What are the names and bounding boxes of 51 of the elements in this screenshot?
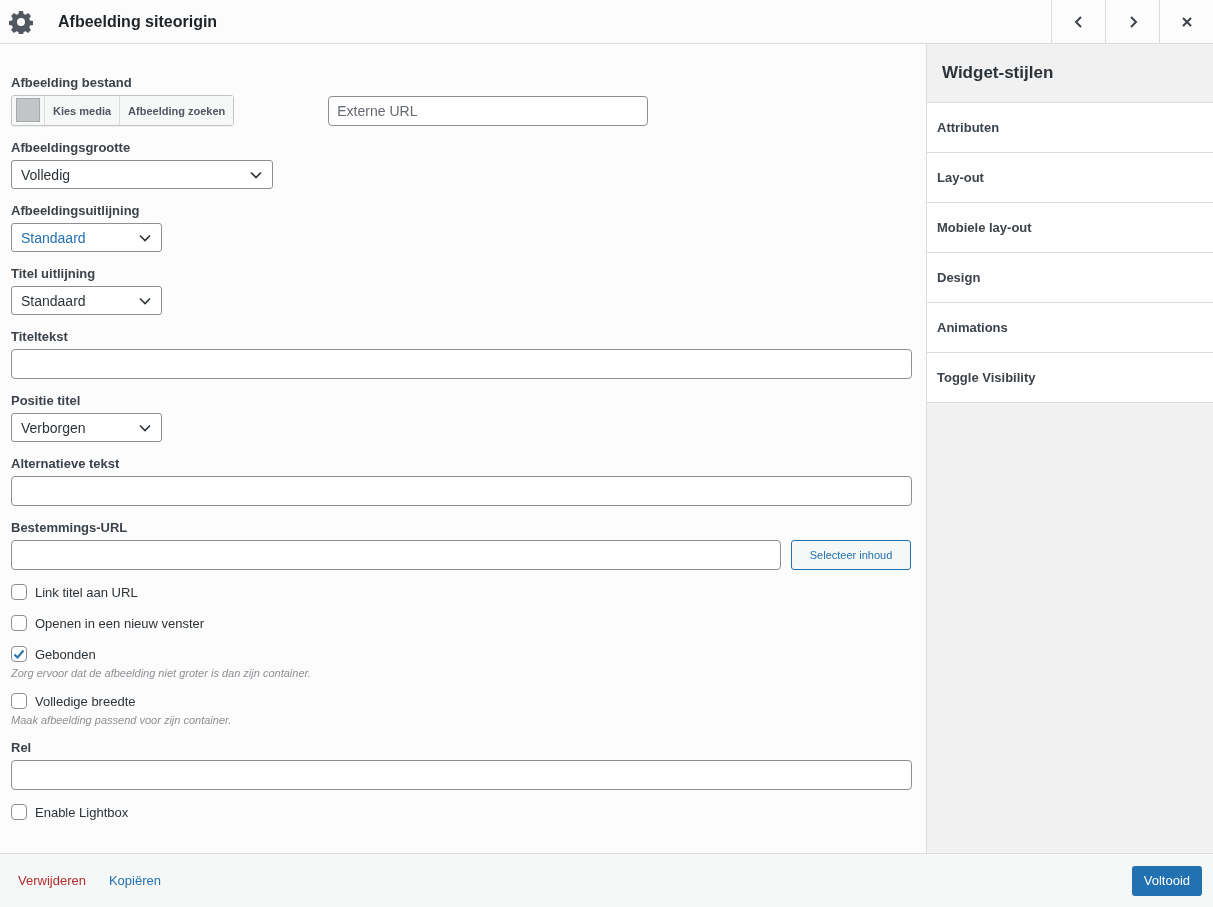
chevron-down-icon <box>250 170 262 179</box>
field-label: Titeltekst <box>11 328 69 345</box>
url-input[interactable]: Externe URL <box>328 95 649 126</box>
delete-link[interactable]: Verwijderen <box>18 873 86 888</box>
copy-link[interactable]: Kopiëren <box>108 873 161 888</box>
field-label: Afbeelding bestand <box>11 74 133 91</box>
field-description: Zorg ervoor dat de afbeelding niet groter is dan zijn container. <box>11 667 312 679</box>
url-input[interactable] <box>11 540 782 570</box>
search-image-button[interactable]: Afbeelding zoeken <box>119 96 234 125</box>
image-thumbnail <box>16 98 40 122</box>
select-dropdown[interactable]: Standaard <box>11 286 162 315</box>
checkbox[interactable] <box>11 693 27 709</box>
checkbox[interactable] <box>11 615 27 631</box>
checkbox-label: Gebonden <box>35 646 96 662</box>
choose-media-button[interactable]: Kies media <box>44 96 120 125</box>
field-label: Alternatieve tekst <box>11 455 121 472</box>
select-dropdown[interactable]: Verborgen <box>11 413 162 442</box>
chevron-down-icon <box>139 423 151 432</box>
field-label: Titel uitlijning <box>11 265 97 282</box>
checkbox[interactable] <box>11 646 27 662</box>
chevron-down-icon <box>139 233 151 242</box>
text-input[interactable] <box>11 476 912 506</box>
checkbox-label: Volledige breedte <box>35 693 136 709</box>
sidebar-section-item[interactable]: Mobiele lay-out <box>927 203 1213 253</box>
sidebar-section-item[interactable]: Attributen <box>927 103 1213 153</box>
field-description: Maak afbeelding passend voor zijn container. <box>11 714 233 726</box>
close-icon <box>1180 15 1193 28</box>
checkbox-label: Link titel aan URL <box>35 584 138 600</box>
sidebar-section-item[interactable]: Animations <box>927 303 1213 353</box>
dialog-title: Afbeelding siteorigin <box>58 12 218 31</box>
field-label: Rel <box>11 739 33 756</box>
checkbox[interactable] <box>11 804 27 820</box>
chevron-left-icon <box>1072 14 1085 29</box>
checkbox[interactable] <box>11 584 27 600</box>
sidebar-section-item[interactable]: Toggle Visibility <box>927 353 1213 403</box>
text-input[interactable] <box>11 760 912 790</box>
settings-icon <box>9 9 33 34</box>
text-input[interactable] <box>11 349 912 379</box>
checkbox-label: Openen in een nieuw venster <box>35 615 205 631</box>
field-label: Bestemmings-URL <box>11 519 129 536</box>
sidebar-section-item[interactable]: Lay-out <box>927 153 1213 203</box>
chevron-down-icon <box>139 296 151 305</box>
select-dropdown[interactable]: Standaard <box>11 223 162 252</box>
done-button[interactable]: Voltooid <box>1131 865 1202 896</box>
checkbox-label: Enable Lightbox <box>35 804 129 820</box>
select-content-button[interactable]: Selecteer inhoud <box>791 540 911 570</box>
select-dropdown[interactable]: Volledig <box>11 160 273 189</box>
field-label: Afbeeldingsgrootte <box>11 139 132 156</box>
field-label: Positie titel <box>11 392 82 409</box>
field-label: Afbeeldingsuitlijning <box>11 202 141 219</box>
sidebar-section-item[interactable]: Design <box>927 253 1213 303</box>
